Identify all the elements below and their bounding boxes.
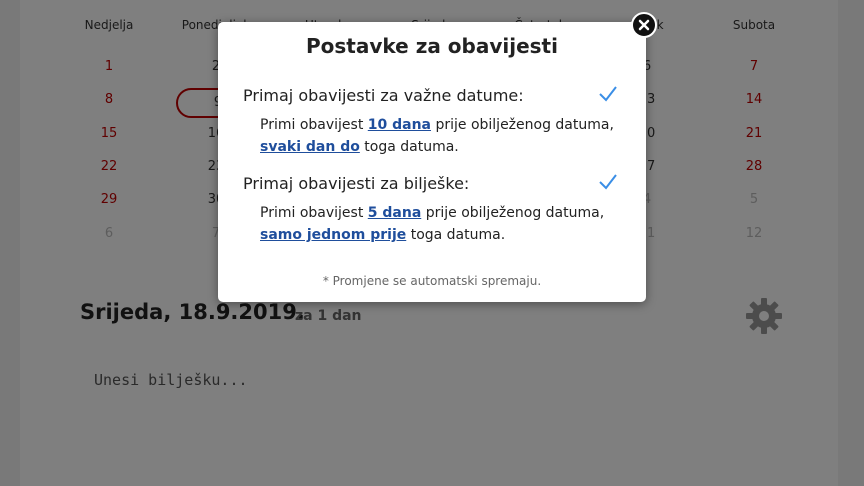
important-dates-toggle-label[interactable]: Primaj obavijesti za važne datume: (243, 86, 524, 105)
notes-description: Primi obavijest 5 dana prije obilježenog… (260, 202, 630, 246)
text-before: Primi obavijest (260, 205, 368, 221)
days-before-option[interactable]: 5 dana (368, 205, 422, 221)
close-button[interactable] (631, 12, 657, 38)
text-after: toga datuma. (359, 139, 459, 155)
notification-settings-modal: Postavke za obavijesti Primaj obavijesti… (218, 12, 657, 302)
check-icon[interactable] (598, 84, 618, 104)
text-middle: prije obilježenog datuma, (431, 117, 614, 133)
days-before-option[interactable]: 10 dana (368, 117, 431, 133)
frequency-option[interactable]: samo jednom prije (260, 227, 406, 243)
text-after: toga datuma. (406, 227, 506, 243)
check-icon[interactable] (598, 172, 618, 192)
notes-toggle-label[interactable]: Primaj obavijesti za bilješke: (243, 174, 469, 193)
autosave-footnote: * Promjene se automatski spremaju. (322, 274, 542, 288)
close-icon (638, 19, 650, 31)
important-dates-description: Primi obavijest 10 dana prije obilježeno… (260, 114, 630, 158)
text-before: Primi obavijest (260, 117, 368, 133)
modal-title: Postavke za obavijesti (306, 34, 558, 58)
text-middle: prije obilježenog datuma, (421, 205, 605, 221)
frequency-option[interactable]: svaki dan do (260, 139, 360, 155)
